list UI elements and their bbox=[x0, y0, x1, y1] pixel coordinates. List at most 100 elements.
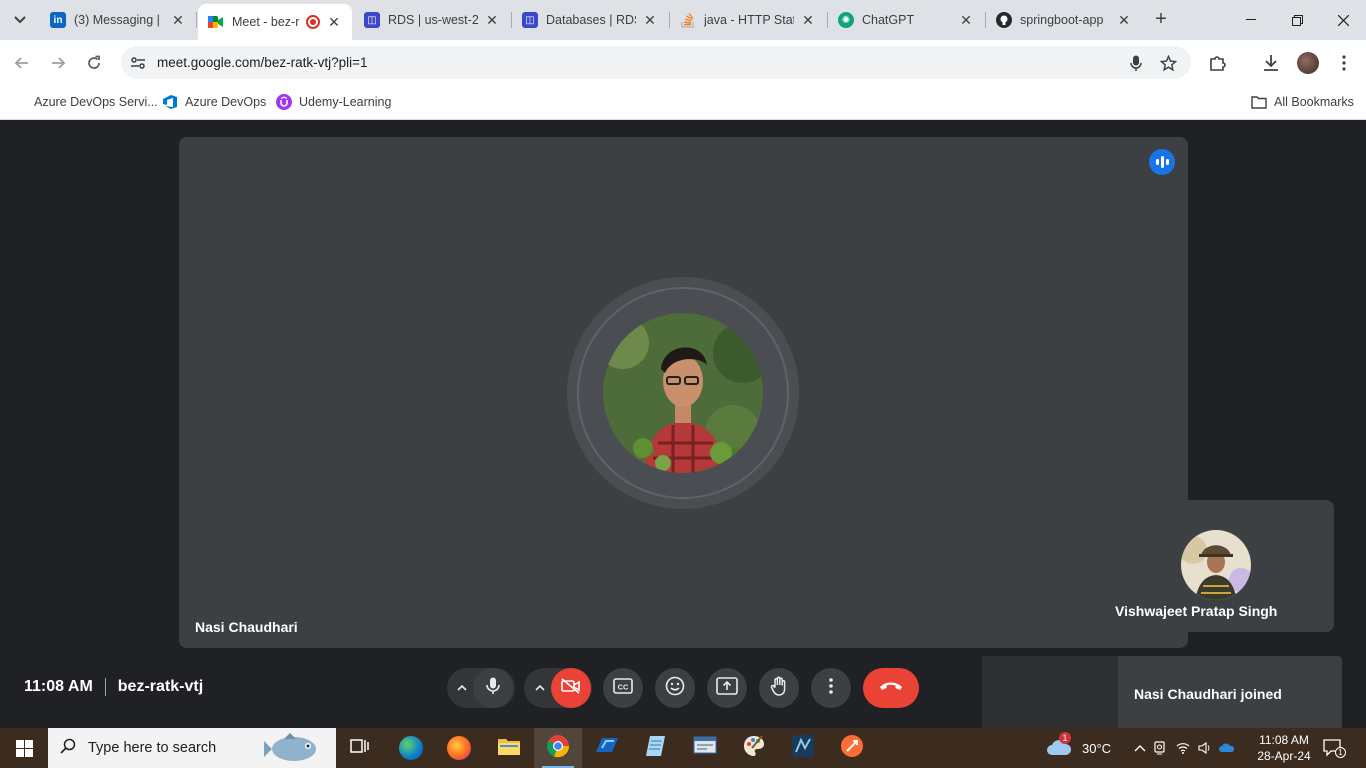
close-window-icon[interactable] bbox=[1320, 0, 1366, 40]
notification-center-icon[interactable]: 1 bbox=[1322, 738, 1346, 758]
github-icon bbox=[996, 12, 1012, 28]
firefox-icon bbox=[447, 736, 471, 760]
bookmarks-bar: Azure DevOps Servi... Azure DevOps Udemy… bbox=[0, 85, 1366, 120]
windows-logo-icon bbox=[15, 739, 33, 757]
tab-strip: in (3) Messaging | L ✕ Meet - bez-r ✕ ◫ … bbox=[0, 0, 1366, 40]
all-bookmarks-button[interactable]: All Bookmarks bbox=[1251, 92, 1354, 112]
back-arrow-icon[interactable] bbox=[9, 50, 35, 76]
avatar-speaking-ring bbox=[567, 277, 799, 509]
meeting-code[interactable]: bez-ratk-vtj bbox=[118, 678, 203, 696]
microsoft-icon bbox=[11, 94, 27, 110]
taskbar-postman[interactable] bbox=[828, 728, 876, 768]
bookmark-azure-devops[interactable]: Azure DevOps bbox=[162, 92, 266, 112]
restore-icon[interactable] bbox=[1274, 0, 1320, 40]
taskbar-file-explorer[interactable] bbox=[485, 728, 533, 768]
volume-icon[interactable] bbox=[1194, 742, 1216, 754]
profile-avatar[interactable] bbox=[1297, 52, 1319, 74]
task-view-button[interactable] bbox=[336, 728, 384, 768]
tab-databases-rds[interactable]: ◫ Databases | RDS ✕ bbox=[512, 4, 668, 36]
taskbar-paint[interactable] bbox=[730, 728, 778, 768]
video-options-chevron-icon[interactable] bbox=[531, 678, 549, 698]
folder-icon bbox=[1251, 94, 1267, 110]
start-button[interactable] bbox=[0, 728, 48, 768]
tab-title: RDS | us-west-2 bbox=[388, 13, 478, 27]
bookmark-azure-devops-server[interactable]: Azure DevOps Servi... bbox=[11, 92, 158, 112]
present-screen-icon bbox=[716, 676, 738, 700]
system-tray-icons bbox=[1132, 728, 1238, 768]
close-icon[interactable]: ✕ bbox=[326, 14, 342, 31]
new-tab-plus-icon[interactable]: + bbox=[1150, 8, 1172, 30]
tab-meet[interactable]: Meet - bez-r ✕ bbox=[198, 4, 352, 40]
tab-rds[interactable]: ◫ RDS | us-west-2 ✕ bbox=[354, 4, 510, 36]
taskbar-firefox[interactable] bbox=[435, 728, 483, 768]
weather-badge: 1 bbox=[1059, 732, 1071, 744]
tab-github[interactable]: springboot-app ✕ bbox=[986, 4, 1142, 36]
address-bar[interactable]: meet.google.com/bez-ratk-vtj?pli=1 bbox=[121, 46, 1191, 79]
audio-options-chevron-icon[interactable] bbox=[453, 678, 471, 698]
tab-stackoverflow[interactable]: java - HTTP Stat ✕ bbox=[670, 4, 826, 36]
search-icon bbox=[60, 738, 80, 759]
taskbar-chrome[interactable] bbox=[534, 728, 582, 768]
stackoverflow-icon bbox=[680, 12, 696, 28]
notification-thumbnail bbox=[982, 656, 1118, 728]
site-info-icon[interactable] bbox=[129, 54, 147, 72]
kebab-menu-icon[interactable] bbox=[1333, 52, 1355, 74]
tab-search-chevron-icon[interactable] bbox=[8, 8, 32, 32]
show-hidden-icons-chevron-icon[interactable] bbox=[1132, 744, 1148, 752]
meeting-time: 11:08 AM bbox=[24, 678, 93, 695]
taskbar-search-box[interactable]: Type here to search bbox=[48, 728, 336, 768]
download-icon[interactable] bbox=[1260, 52, 1282, 74]
task-view-icon bbox=[350, 737, 370, 760]
leave-call-button[interactable] bbox=[863, 668, 919, 708]
close-icon[interactable]: ✕ bbox=[642, 12, 658, 29]
weather-widget[interactable]: 1 30°C bbox=[1046, 728, 1111, 768]
close-icon[interactable]: ✕ bbox=[958, 12, 974, 29]
reactions-button[interactable] bbox=[655, 668, 695, 708]
tab-title: Databases | RDS bbox=[546, 13, 636, 27]
present-screen-button[interactable] bbox=[707, 668, 747, 708]
bookmark-label: Azure DevOps bbox=[185, 95, 267, 109]
camera-off-button[interactable] bbox=[551, 668, 591, 708]
close-icon[interactable]: ✕ bbox=[484, 12, 500, 29]
bookmark-label: Azure DevOps Servi... bbox=[34, 95, 158, 109]
microphone-icon[interactable] bbox=[1126, 53, 1146, 73]
reload-icon[interactable] bbox=[81, 50, 107, 76]
close-icon[interactable]: ✕ bbox=[170, 12, 186, 29]
tab-chatgpt[interactable]: ✺ ChatGPT ✕ bbox=[828, 4, 984, 36]
taskbar-mysql-workbench[interactable] bbox=[779, 728, 827, 768]
taskbar-edge[interactable] bbox=[387, 728, 435, 768]
minimize-icon[interactable] bbox=[1228, 0, 1274, 40]
main-participant-tile[interactable]: Nasi Chaudhari bbox=[179, 137, 1188, 648]
database-workbench-icon bbox=[791, 734, 815, 763]
microphone-icon bbox=[486, 677, 500, 700]
onedrive-status-icon[interactable] bbox=[1216, 742, 1238, 754]
postman-icon bbox=[840, 734, 864, 763]
wifi-icon[interactable] bbox=[1172, 742, 1194, 754]
udemy-icon bbox=[276, 94, 292, 110]
app-window-icon bbox=[693, 735, 717, 762]
self-view-tile[interactable]: Vishwajeet Pratap Singh bbox=[1099, 500, 1334, 632]
hang-up-phone-icon bbox=[878, 679, 904, 697]
taskbar-app-blue[interactable] bbox=[583, 728, 631, 768]
extensions-puzzle-icon[interactable] bbox=[1207, 52, 1229, 74]
meet-now-icon[interactable] bbox=[1148, 741, 1172, 755]
close-icon[interactable]: ✕ bbox=[800, 12, 816, 29]
bookmark-star-icon[interactable] bbox=[1158, 53, 1178, 73]
taskbar-app-window[interactable] bbox=[681, 728, 729, 768]
raise-hand-button[interactable] bbox=[759, 668, 799, 708]
more-options-button[interactable] bbox=[811, 668, 851, 708]
google-meet-icon bbox=[208, 14, 224, 30]
taskbar-clock[interactable]: 11:08 AM 28-Apr-24 bbox=[1248, 732, 1320, 764]
bookmark-udemy-learning[interactable]: Udemy-Learning bbox=[276, 92, 391, 112]
url-text[interactable]: meet.google.com/bez-ratk-vtj?pli=1 bbox=[157, 55, 367, 70]
tab-linkedin[interactable]: in (3) Messaging | L ✕ bbox=[40, 4, 196, 36]
captions-button[interactable]: CC bbox=[603, 668, 643, 708]
forward-arrow-icon[interactable] bbox=[45, 50, 71, 76]
chatgpt-icon: ✺ bbox=[838, 12, 854, 28]
search-placeholder: Type here to search bbox=[88, 740, 217, 756]
azure-devops-icon bbox=[162, 94, 178, 110]
microphone-button[interactable] bbox=[473, 668, 513, 708]
taskbar-notepad[interactable] bbox=[632, 728, 680, 768]
close-icon[interactable]: ✕ bbox=[1116, 12, 1132, 29]
meeting-info: 11:08 AM bez-ratk-vtj bbox=[24, 678, 203, 696]
